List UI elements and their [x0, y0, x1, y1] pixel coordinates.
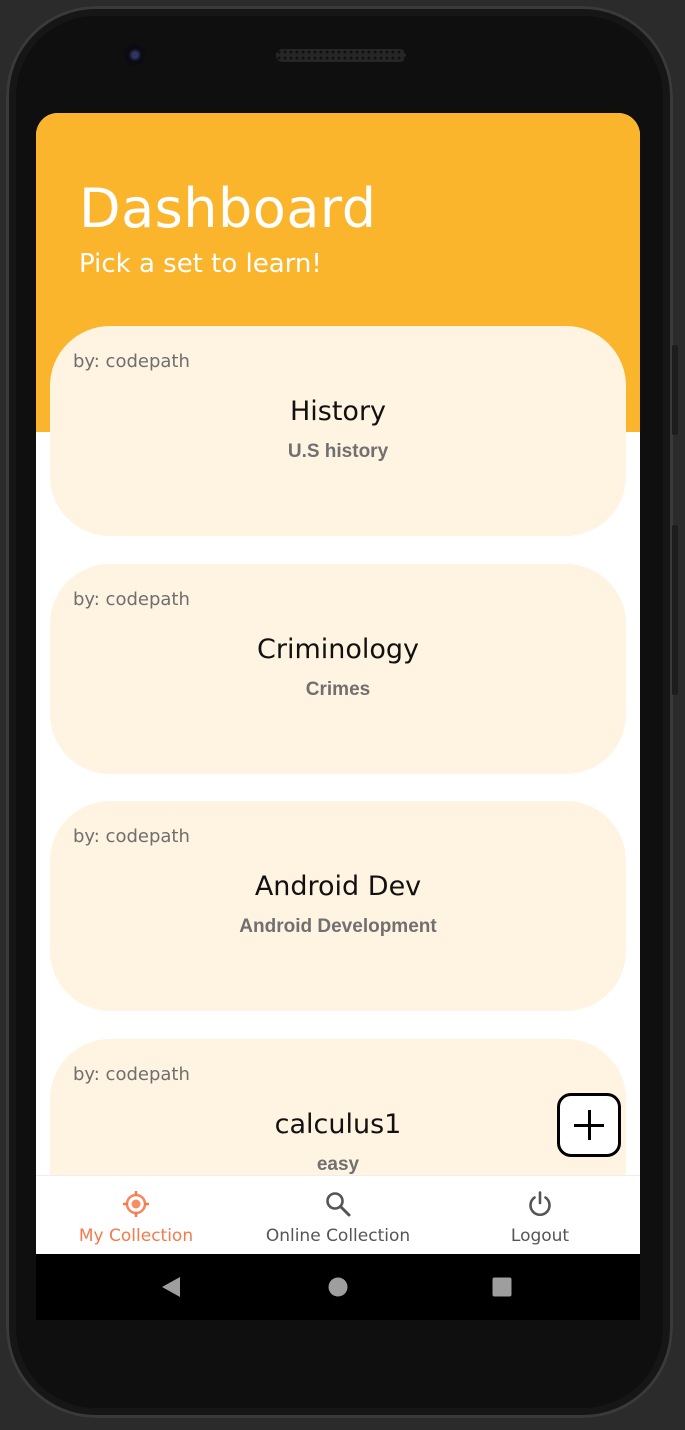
nav-label: My Collection	[78, 1226, 194, 1246]
set-description: Crimes	[305, 679, 371, 700]
set-card[interactable]: by: codepath History U.S history	[50, 326, 626, 536]
nav-item-online-collection[interactable]: Online Collection	[236, 1176, 440, 1255]
set-name: History	[289, 396, 387, 427]
set-author: by: codepath	[73, 826, 190, 847]
set-name: calculus1	[274, 1109, 402, 1140]
set-author: by: codepath	[73, 351, 190, 372]
set-description: U.S history	[287, 441, 389, 462]
earpiece-speaker	[276, 49, 406, 62]
set-description: Android Development	[239, 916, 437, 937]
set-card[interactable]: by: codepath Android Dev Android Develop…	[50, 801, 626, 1011]
volume-button	[672, 345, 678, 435]
add-set-button[interactable]	[557, 1093, 621, 1157]
set-name: Criminology	[256, 634, 420, 665]
app-screen: Dashboard Pick a set to learn! by: codep…	[36, 113, 640, 1320]
bottom-navigation: My Collection Online Collection Logout	[36, 1175, 640, 1255]
set-author: by: codepath	[73, 589, 190, 610]
nav-label: Logout	[510, 1226, 570, 1246]
target-icon	[123, 1191, 149, 1217]
front-camera	[124, 44, 146, 66]
nav-item-logout[interactable]: Logout	[440, 1176, 640, 1255]
back-triangle-icon[interactable]	[160, 1276, 182, 1298]
search-icon	[326, 1192, 351, 1217]
set-description: easy	[316, 1154, 360, 1175]
page-title: Dashboard	[79, 177, 377, 240]
recents-square-icon[interactable]	[492, 1277, 512, 1297]
system-navigation-bar	[36, 1254, 640, 1320]
home-circle-icon[interactable]	[328, 1277, 348, 1297]
power-icon	[529, 1191, 551, 1216]
set-card[interactable]: by: codepath Criminology Crimes	[50, 564, 626, 774]
page-subtitle: Pick a set to learn!	[79, 249, 322, 279]
nav-item-my-collection[interactable]: My Collection	[36, 1176, 236, 1255]
set-author: by: codepath	[73, 1064, 190, 1085]
nav-label: Online Collection	[265, 1226, 411, 1246]
power-button	[672, 525, 678, 695]
set-name: Android Dev	[254, 871, 422, 902]
